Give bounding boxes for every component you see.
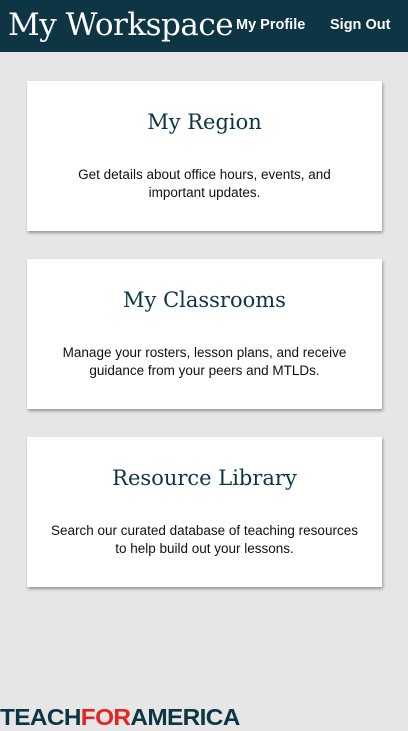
card-title: My Region <box>147 110 262 134</box>
card-description: Get details about office hours, events, … <box>78 167 331 200</box>
card-description: Search our curated database of teaching … <box>51 523 358 556</box>
logo-text-america: AMERICA <box>130 704 240 730</box>
card-resource-library[interactable]: Resource Library Search our curated data… <box>27 437 382 587</box>
top-app-bar: My Workspace My Profile Sign Out <box>0 0 408 52</box>
card-description: Manage your rosters, lesson plans, and r… <box>62 345 347 378</box>
teach-for-america-logo: TEACHFORAMERICA <box>0 705 240 729</box>
logo-text-for: FOR <box>80 704 131 730</box>
card-title: Resource Library <box>112 466 297 490</box>
app-title: My Workspace <box>8 7 234 43</box>
sign-out-link[interactable]: Sign Out <box>330 14 390 36</box>
card-my-classrooms[interactable]: My Classrooms Manage your rosters, lesso… <box>27 259 382 409</box>
card-title: My Classrooms <box>123 288 286 312</box>
my-profile-link[interactable]: My Profile <box>236 14 305 36</box>
logo-text-teach: TEACH <box>0 704 81 730</box>
card-my-region[interactable]: My Region Get details about office hours… <box>27 81 382 231</box>
